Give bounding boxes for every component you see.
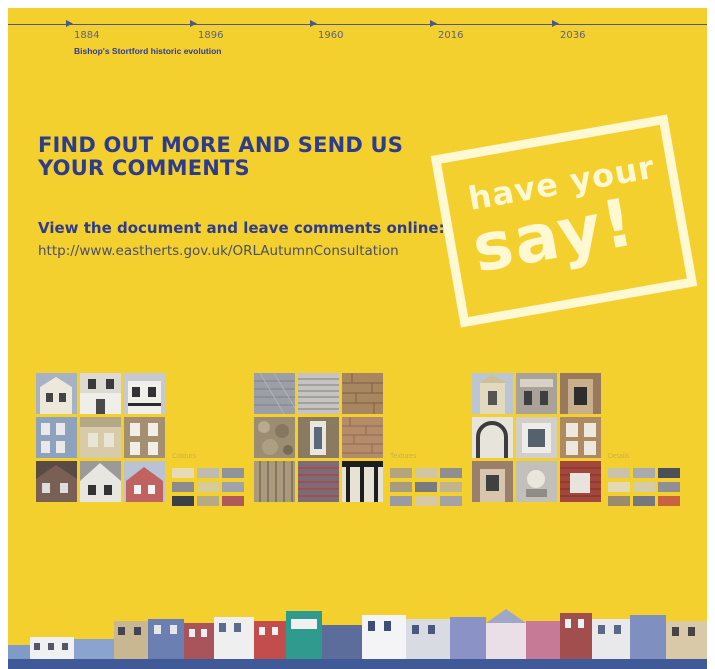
timeline-line	[8, 24, 707, 25]
building-photo	[124, 417, 165, 458]
texture-photo	[298, 461, 339, 502]
detail-photo	[560, 373, 601, 414]
poster-panel: 1884 1896 1960 2016 2036 Bishop's Stortf…	[8, 8, 707, 669]
swatch	[222, 496, 244, 506]
detail-photo	[560, 461, 601, 502]
timeline-arrow-icon	[66, 20, 73, 27]
swatch	[415, 468, 437, 478]
have-your-say-stamp: have your say!	[421, 105, 706, 337]
texture-photo	[298, 417, 339, 458]
swatch	[608, 482, 630, 492]
swatch	[222, 468, 244, 478]
headline: FIND OUT MORE AND SEND US YOUR COMMENTS	[38, 133, 404, 180]
timeline-year: 1896	[198, 30, 224, 41]
swatch	[390, 482, 412, 492]
poster-page: 1884 1896 1960 2016 2036 Bishop's Stortf…	[0, 0, 715, 669]
building-photo	[36, 461, 77, 502]
timeline-arrow-icon	[310, 20, 317, 27]
swatch	[172, 496, 194, 506]
detail-photo	[560, 417, 601, 458]
detail-photo	[516, 461, 557, 502]
building-photo	[36, 417, 77, 458]
swatch	[608, 496, 630, 506]
swatch	[440, 468, 462, 478]
swatch	[440, 482, 462, 492]
subheading: View the document and leave comments onl…	[38, 219, 445, 237]
swatch	[390, 496, 412, 506]
swatch	[172, 482, 194, 492]
swatch	[222, 482, 244, 492]
swatch	[197, 482, 219, 492]
swatch	[172, 468, 194, 478]
swatch	[658, 482, 680, 492]
texture-photo	[342, 373, 383, 414]
texture-photo	[254, 373, 295, 414]
building-photo	[80, 461, 121, 502]
streetscape-illustration	[8, 599, 707, 669]
detail-photo	[472, 461, 513, 502]
swatch	[633, 482, 655, 492]
timeline-year: 1884	[74, 30, 100, 41]
detail-photo	[516, 373, 557, 414]
swatch	[608, 468, 630, 478]
swatch	[197, 468, 219, 478]
swatch	[415, 482, 437, 492]
building-photo	[80, 373, 121, 414]
timeline-year: 1960	[318, 30, 344, 41]
group-label: Textures	[390, 453, 417, 460]
consultation-link[interactable]: http://www.eastherts.gov.uk/ORLAutumnCon…	[38, 243, 399, 259]
timeline-arrow-icon	[430, 20, 437, 27]
swatch	[390, 468, 412, 478]
swatch	[633, 468, 655, 478]
detail-photo	[472, 373, 513, 414]
swatch	[633, 496, 655, 506]
detail-photo	[472, 417, 513, 458]
swatch	[197, 496, 219, 506]
timeline-arrow-icon	[552, 20, 559, 27]
timeline-year: 2036	[560, 30, 586, 41]
texture-photo	[298, 373, 339, 414]
swatch	[440, 496, 462, 506]
photo-grid	[36, 373, 165, 502]
detail-photo	[516, 417, 557, 458]
timeline-year: 2016	[438, 30, 464, 41]
texture-photo	[254, 417, 295, 458]
photo-grid	[472, 373, 601, 502]
swatch	[415, 496, 437, 506]
group-label: Details	[608, 453, 630, 460]
timeline-caption: Bishop's Stortford historic evolution	[74, 46, 222, 56]
photo-grid	[254, 373, 383, 502]
texture-photo	[342, 461, 383, 502]
building-photo	[124, 461, 165, 502]
swatch	[658, 496, 680, 506]
texture-photo	[342, 417, 383, 458]
swatch	[658, 468, 680, 478]
building-photo	[80, 417, 121, 458]
group-label: Colours	[172, 453, 197, 460]
texture-photo	[254, 461, 295, 502]
building-photo	[124, 373, 165, 414]
building-photo	[36, 373, 77, 414]
timeline-arrow-icon	[190, 20, 197, 27]
